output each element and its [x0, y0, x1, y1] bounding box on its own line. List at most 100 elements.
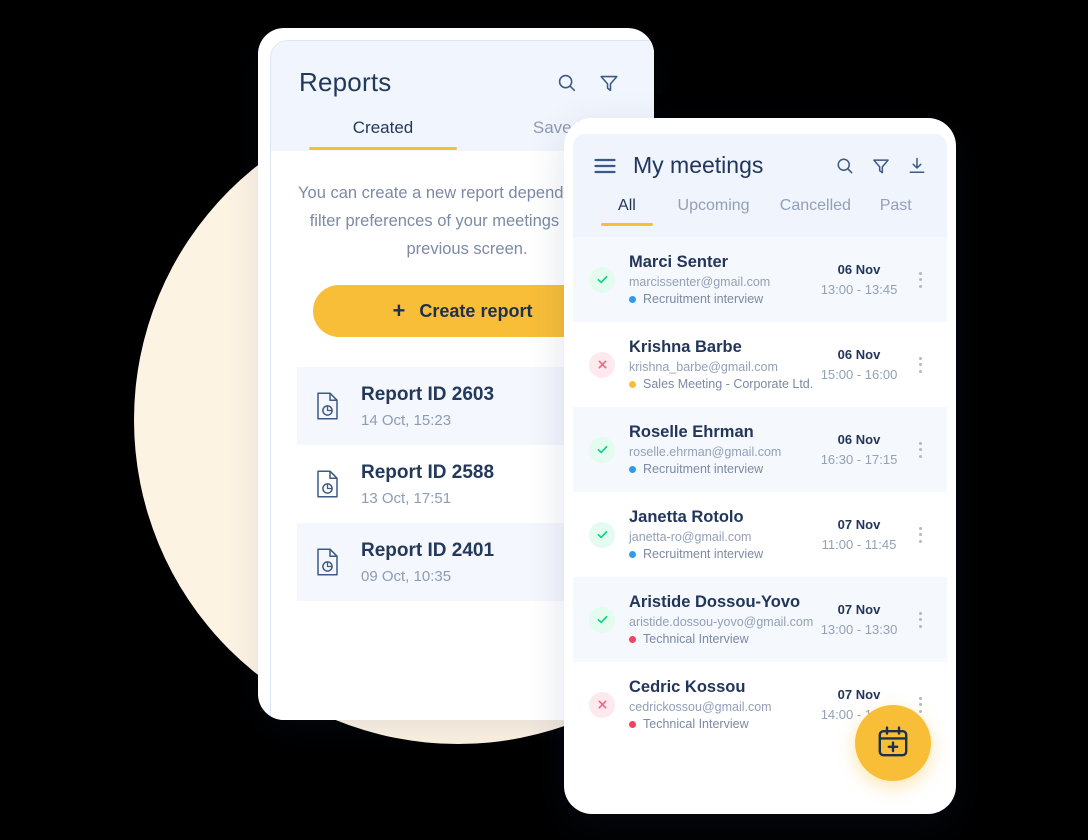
category-dot: [629, 380, 636, 388]
status-confirmed-icon: [589, 606, 615, 633]
attendee-name: Krishna Barbe: [629, 338, 742, 356]
attendee-email: krishna_barbe@gmail.com: [629, 360, 778, 374]
meeting-date: 06 Nov: [837, 347, 881, 362]
meetings-title: My meetings: [633, 152, 764, 178]
report-item-texts: Report ID 2588 13 Oct, 17:51: [361, 462, 494, 507]
search-icon[interactable]: [556, 72, 578, 94]
meeting-date: 07 Nov: [837, 687, 881, 702]
status-confirmed-icon: [589, 436, 615, 463]
category-label: Technical Interview: [643, 632, 749, 646]
tab-upcoming[interactable]: Upcoming: [661, 197, 766, 226]
row-menu-icon[interactable]: [907, 611, 933, 628]
status-cancelled-icon: [589, 351, 615, 378]
filter-icon[interactable]: [598, 72, 620, 94]
attendee-email: aristide.dossou-yovo@gmail.com: [629, 615, 814, 629]
category-label: Sales Meeting - Corporate Ltd.: [643, 377, 814, 391]
meeting-schedule: 06 Nov 13:00 - 13:45: [811, 262, 907, 297]
tab-all[interactable]: All: [593, 197, 661, 226]
meeting-date: 06 Nov: [837, 432, 881, 447]
page-title: Reports: [299, 67, 392, 97]
category-dot: [629, 635, 636, 643]
attendee-name: Cedric Kossou: [629, 678, 746, 696]
meetings-header: My meetings All Upcoming Cancelled Past: [573, 134, 947, 237]
meeting-category: Technical Interview: [629, 632, 811, 646]
attendee-email: cedrickossou@gmail.com: [629, 700, 772, 714]
meeting-category: Recruitment interview: [629, 462, 811, 476]
attendee-name: Roselle Ehrman: [629, 423, 754, 441]
create-meeting-fab[interactable]: [855, 705, 931, 781]
category-label: Recruitment interview: [643, 462, 764, 476]
report-date: 09 Oct, 10:35: [361, 567, 452, 585]
report-document-icon: [315, 547, 341, 577]
meeting-details: Janetta Rotolo janetta-ro@gmail.com Recr…: [629, 508, 811, 561]
attendee-name: Marci Senter: [629, 253, 729, 271]
download-icon[interactable]: [907, 156, 927, 176]
tab-past[interactable]: Past: [864, 197, 927, 226]
category-label: Recruitment interview: [643, 292, 764, 306]
attendee-email: janetta-ro@gmail.com: [629, 530, 752, 544]
meeting-details: Marci Senter marcissenter@gmail.com Recr…: [629, 253, 811, 306]
create-report-label: Create report: [419, 300, 533, 321]
report-item-texts: Report ID 2603 14 Oct, 15:23: [361, 384, 494, 429]
category-label: Recruitment interview: [643, 547, 764, 561]
meeting-row[interactable]: Janetta Rotolo janetta-ro@gmail.com Recr…: [573, 492, 947, 577]
report-id: Report ID 2401: [361, 539, 495, 561]
category-dot: [629, 550, 636, 558]
category-dot: [629, 465, 636, 473]
meeting-details: Roselle Ehrman roselle.ehrman@gmail.com …: [629, 423, 811, 476]
row-menu-icon[interactable]: [907, 356, 933, 373]
calendar-plus-icon: [875, 724, 911, 763]
row-menu-icon[interactable]: [907, 271, 933, 288]
reports-title-row: Reports: [299, 67, 626, 98]
status-confirmed-icon: [589, 521, 615, 548]
attendee-email: roselle.ehrman@gmail.com: [629, 445, 782, 459]
meeting-row[interactable]: Roselle Ehrman roselle.ehrman@gmail.com …: [573, 407, 947, 492]
meeting-category: Technical Interview: [629, 717, 811, 731]
meetings-card-inner: My meetings All Upcoming Cancelled Past …: [573, 134, 947, 798]
meeting-row[interactable]: Aristide Dossou-Yovo aristide.dossou-yov…: [573, 577, 947, 662]
meetings-header-actions: [835, 156, 927, 176]
report-id: Report ID 2588: [361, 461, 495, 483]
meeting-date: 07 Nov: [837, 517, 881, 532]
row-menu-icon[interactable]: [907, 526, 933, 543]
category-label: Technical Interview: [643, 717, 749, 731]
category-dot: [629, 720, 636, 728]
report-document-icon: [315, 469, 341, 499]
plus-icon: +: [392, 298, 406, 323]
report-date: 14 Oct, 15:23: [361, 411, 452, 429]
status-cancelled-icon: [589, 691, 615, 718]
meeting-time: 15:00 - 16:00: [820, 367, 898, 382]
meeting-row[interactable]: Krishna Barbe krishna_barbe@gmail.com Sa…: [573, 322, 947, 407]
meeting-row[interactable]: Marci Senter marcissenter@gmail.com Recr…: [573, 237, 947, 322]
row-menu-icon[interactable]: [907, 441, 933, 458]
meeting-details: Krishna Barbe krishna_barbe@gmail.com Sa…: [629, 338, 814, 391]
meetings-title-row: My meetings: [593, 152, 927, 179]
search-icon[interactable]: [835, 156, 855, 176]
attendee-name: Janetta Rotolo: [629, 508, 744, 526]
hamburger-icon[interactable]: [593, 156, 617, 176]
meeting-date: 06 Nov: [837, 262, 881, 277]
meeting-time: 11:00 - 11:45: [821, 537, 897, 552]
attendee-email: marcissenter@gmail.com: [629, 275, 771, 289]
meeting-category: Recruitment interview: [629, 292, 811, 306]
reports-header-actions: [556, 72, 620, 94]
category-dot: [629, 295, 636, 303]
report-date: 13 Oct, 17:51: [361, 489, 452, 507]
meeting-schedule: 06 Nov 16:30 - 17:15: [811, 432, 907, 467]
meeting-details: Aristide Dossou-Yovo aristide.dossou-yov…: [629, 593, 814, 646]
meeting-schedule: 07 Nov 11:00 - 11:45: [811, 517, 907, 552]
meeting-schedule: 07 Nov 13:00 - 13:30: [811, 602, 907, 637]
attendee-name: Aristide Dossou-Yovo: [629, 593, 801, 611]
meeting-schedule: 06 Nov 15:00 - 16:00: [811, 347, 907, 382]
meeting-date: 07 Nov: [837, 602, 881, 617]
meeting-list: Marci Senter marcissenter@gmail.com Recr…: [573, 237, 947, 747]
meeting-details: Cedric Kossou cedrickossou@gmail.com Tec…: [629, 678, 811, 731]
status-confirmed-icon: [589, 266, 615, 293]
meeting-time: 16:30 - 17:15: [820, 452, 898, 467]
report-document-icon: [315, 391, 341, 421]
filter-icon[interactable]: [871, 156, 891, 176]
report-id: Report ID 2603: [361, 383, 495, 405]
tab-cancelled[interactable]: Cancelled: [766, 197, 864, 226]
meeting-time: 13:00 - 13:45: [820, 282, 898, 297]
tab-created[interactable]: Created: [299, 118, 467, 150]
